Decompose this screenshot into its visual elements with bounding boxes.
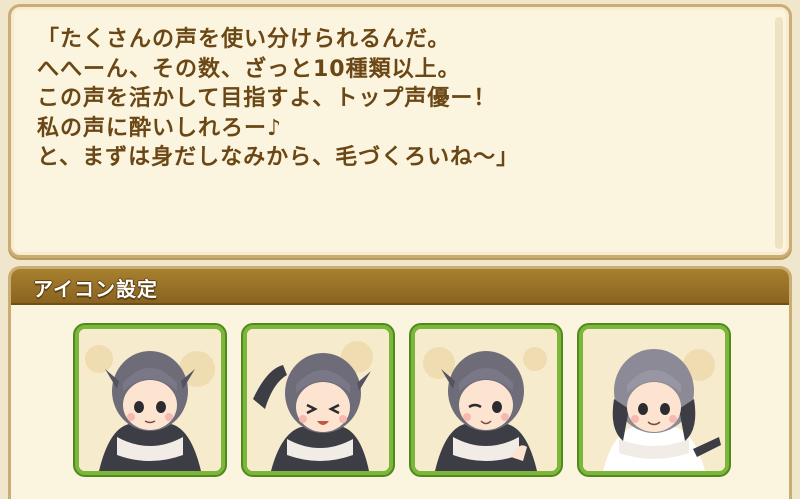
dialog-panel: 「たくさんの声を使い分けられるんだ。 へへーん、その数、ざっと10種類以上。この声… xyxy=(8,4,792,258)
dialog-line: 私の声に酔いしれろー♪ xyxy=(37,115,283,141)
section-title: アイコン設定 xyxy=(33,277,158,301)
penguin-girl-neutral-icon xyxy=(79,329,221,471)
icon-option-1[interactable] xyxy=(75,325,225,475)
icon-option-2[interactable] xyxy=(243,325,393,475)
penguin-girl-smile-icon xyxy=(583,329,725,471)
icon-option-3[interactable] xyxy=(411,325,561,475)
dialog-line: この声を活かして目指すよ、トップ声優ー！ xyxy=(37,86,497,111)
dialog-line: へへーん、その数、ざっと10種類以上。 xyxy=(37,56,461,82)
dialog-line: 「たくさんの声を使い分けられるんだ。 xyxy=(37,27,451,52)
dialog-line: と、まずは身だしなみから、毛づくろいね～」 xyxy=(37,145,520,170)
icon-settings-panel: アイコン設定 xyxy=(8,266,792,499)
penguin-girl-laughing-icon xyxy=(247,329,389,471)
dialog-text: 「たくさんの声を使い分けられるんだ。 へへーん、その数、ざっと10種類以上。この声… xyxy=(37,25,757,173)
dialog-scrollbar[interactable] xyxy=(775,17,783,249)
section-header: アイコン設定 xyxy=(11,269,789,305)
penguin-girl-wink-icon xyxy=(415,329,557,471)
icon-option-4[interactable] xyxy=(579,325,729,475)
